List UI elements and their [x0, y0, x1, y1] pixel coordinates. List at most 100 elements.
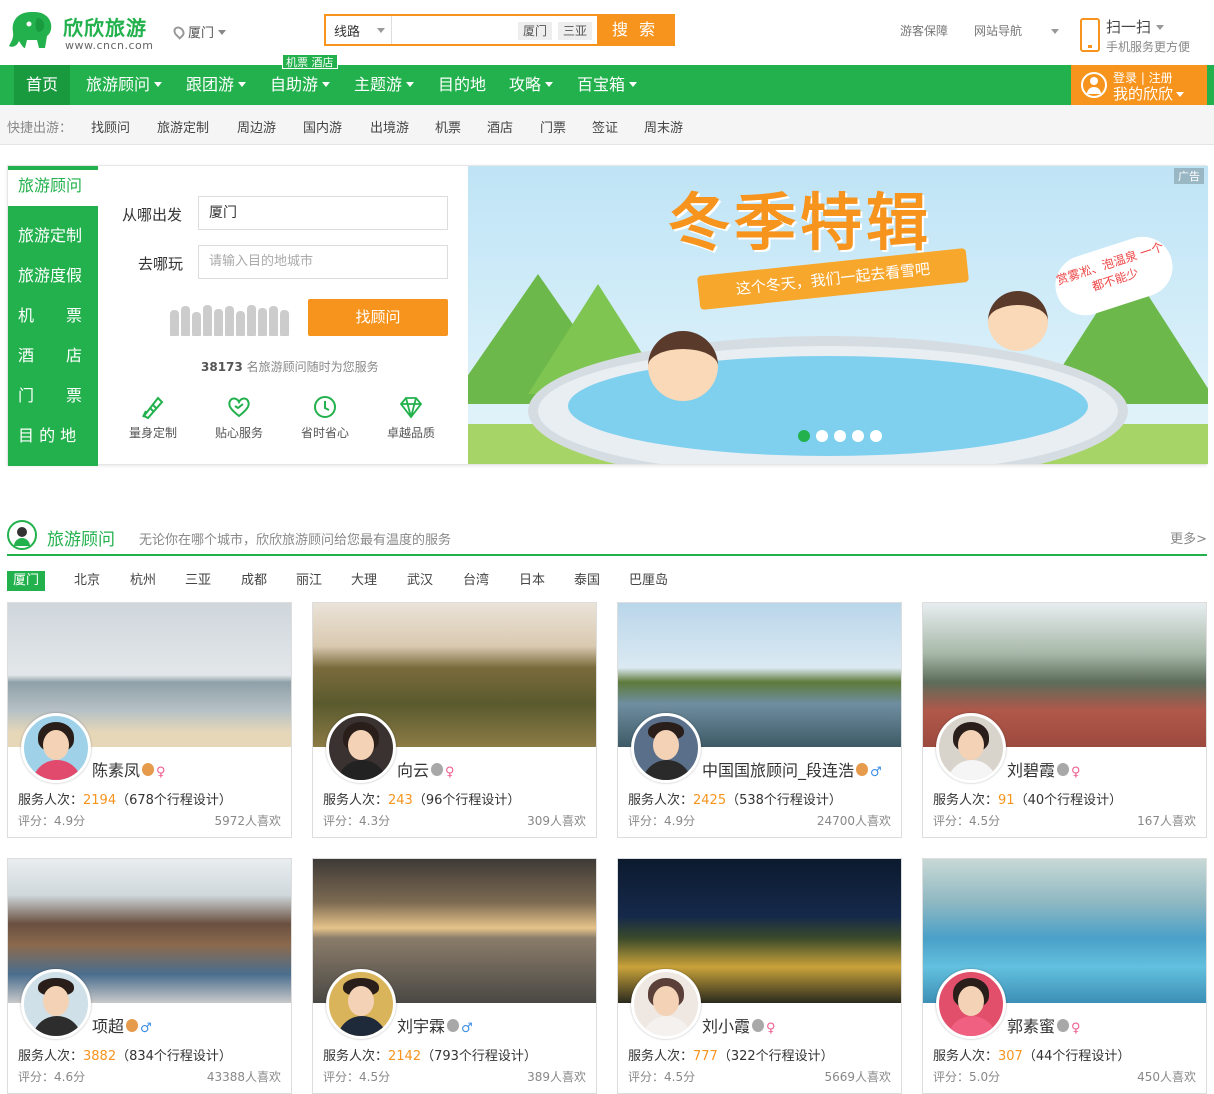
- city-tabs: 厦门 北京 杭州 三亚 成都 丽江 大理 武汉 台湾 日本 泰国 巴厘岛: [7, 571, 1207, 591]
- city-tab[interactable]: 丽江: [290, 571, 328, 591]
- city-selector[interactable]: 厦门: [171, 22, 227, 41]
- search-button[interactable]: 搜 索: [597, 16, 673, 44]
- carousel-dot[interactable]: [852, 430, 864, 442]
- served-number: 243: [388, 793, 413, 808]
- nav-home[interactable]: 首页: [14, 65, 71, 105]
- nav-tag-flight-hotel[interactable]: 机票 酒店: [282, 54, 338, 69]
- advisor-card[interactable]: 向云 ♀ 服务人次：243（96个行程设计） 评分：4.3分 309人喜欢: [312, 602, 597, 838]
- city-tab[interactable]: 日本: [513, 571, 551, 591]
- nav-label: 攻略: [509, 75, 542, 94]
- advisor-name-row: 中国国旅顾问_段连浩 ♂: [702, 757, 882, 781]
- advisors-silhouette-icon: [170, 304, 298, 336]
- tab-hotels[interactable]: 酒 店: [8, 336, 98, 376]
- from-city-field[interactable]: 厦门: [198, 196, 448, 230]
- quick-link[interactable]: 旅游定制: [157, 117, 209, 136]
- features-row: 量身定制 贴心服务 省时省心 卓越品质: [118, 394, 458, 444]
- diamond-icon: [399, 397, 423, 419]
- advisor-name[interactable]: 刘碧霞: [1007, 761, 1055, 780]
- service-label: 服务人次：: [323, 1049, 389, 1064]
- search-input[interactable]: [394, 18, 514, 42]
- chevron-down-icon: [154, 82, 163, 91]
- hot-keyword[interactable]: 厦门: [518, 22, 553, 40]
- winter-special-banner[interactable]: 冬季特辑 这个冬天，我们一起去看雪吧 赏雾凇、泡温泉 一个都不能少 广告: [468, 166, 1208, 464]
- tab-tickets[interactable]: 门 票: [8, 376, 98, 416]
- advisor-card[interactable]: 刘小霞 ♀ 服务人次：777（322个行程设计） 评分：4.5分 5669人喜欢: [617, 858, 902, 1094]
- nav-toolbox[interactable]: 百宝箱: [567, 65, 647, 105]
- destination-field[interactable]: 请输入目的地城市: [198, 245, 448, 279]
- city-tab[interactable]: 北京: [68, 571, 106, 591]
- advisor-name-row: 刘碧霞 ♀: [1007, 757, 1081, 781]
- advisor-card[interactable]: 中国国旅顾问_段连浩 ♂ 服务人次：2425（538个行程设计） 评分：4.9分 …: [617, 602, 902, 838]
- advisor-name[interactable]: 刘小霞: [702, 1017, 750, 1036]
- feature-label: 贴心服务: [214, 426, 263, 440]
- my-account-menu[interactable]: 我的欣欣: [1113, 83, 1185, 104]
- advisor-name[interactable]: 向云: [397, 761, 429, 780]
- site-logo[interactable]: 欣欣旅游 www.cncn.com: [7, 8, 157, 54]
- user-panel[interactable]: 登录 | 注册 我的欣欣: [1071, 65, 1207, 105]
- more-link[interactable]: 更多>: [1170, 528, 1207, 547]
- advisor-card[interactable]: 郭素蜜 ♀ 服务人次：307（44个行程设计） 评分：5.0分 450人喜欢: [922, 858, 1207, 1094]
- nav-theme-tour[interactable]: 主题游: [344, 65, 424, 105]
- quick-link[interactable]: 国内游: [303, 117, 342, 136]
- avatar: [631, 969, 701, 1039]
- tab-travel-advisor[interactable]: 旅游顾问: [8, 166, 98, 206]
- city-tab[interactable]: 成都: [235, 571, 273, 591]
- quick-link[interactable]: 周末游: [644, 117, 683, 136]
- city-tab[interactable]: 三亚: [179, 571, 217, 591]
- section-title: 旅游顾问: [47, 530, 115, 550]
- city-tab[interactable]: 杭州: [124, 571, 162, 591]
- mobile-scan[interactable]: 扫一扫 手机服务更方便: [1078, 16, 1198, 56]
- carousel-dot[interactable]: [816, 430, 828, 442]
- tab-vacation[interactable]: 旅游度假: [8, 256, 98, 296]
- quick-link[interactable]: 周边游: [237, 117, 276, 136]
- carousel-dot[interactable]: [870, 430, 882, 442]
- quick-link[interactable]: 出境游: [370, 117, 409, 136]
- quick-link[interactable]: 签证: [592, 117, 618, 136]
- search-type-select[interactable]: 线路: [326, 16, 392, 44]
- tab-destination[interactable]: 目 的 地: [8, 416, 98, 456]
- section-divider: [7, 554, 1207, 556]
- nav-self-guided[interactable]: 自助游: [260, 65, 340, 105]
- city-tab[interactable]: 厦门: [7, 571, 46, 591]
- advisor-name[interactable]: 中国国旅顾问_段连浩: [702, 761, 854, 780]
- service-count: 服务人次：777（322个行程设计）: [628, 1045, 834, 1064]
- city-tab[interactable]: 巴厘岛: [623, 571, 674, 591]
- advisor-name[interactable]: 陈素凤: [92, 761, 140, 780]
- carousel-dot[interactable]: [798, 430, 810, 442]
- carousel-dot[interactable]: [834, 430, 846, 442]
- site-nav-link[interactable]: 网站导航: [974, 22, 1085, 39]
- medal-icon: [856, 763, 869, 776]
- city-tab[interactable]: 泰国: [568, 571, 606, 591]
- quick-link[interactable]: 找顾问: [91, 117, 130, 136]
- advisor-card[interactable]: 陈素凤 ♀ 服务人次：2194（678个行程设计） 评分：4.9分 5972人喜欢: [7, 602, 292, 838]
- advisor-card[interactable]: 项超 ♂ 服务人次：3882（834个行程设计） 评分：4.6分 43388人喜欢: [7, 858, 292, 1094]
- city-tab[interactable]: 大理: [345, 571, 383, 591]
- find-advisor-button[interactable]: 找顾问: [308, 299, 448, 336]
- female-icon: ♀: [1071, 765, 1081, 780]
- quick-link[interactable]: 酒店: [487, 117, 513, 136]
- user-avatar-icon: [1081, 72, 1107, 98]
- hero-panel: 旅游顾问 旅游定制 旅游度假 机 票 酒 店 门 票 目 的 地 从哪出发 厦门…: [7, 165, 1208, 466]
- advisor-name[interactable]: 项超: [92, 1017, 124, 1036]
- tab-custom-travel[interactable]: 旅游定制: [8, 216, 98, 256]
- avatar: [21, 969, 91, 1039]
- tab-flights[interactable]: 机 票: [8, 296, 98, 336]
- trips-designed: （834个行程设计）: [116, 1049, 232, 1064]
- feature-label: 卓越品质: [386, 426, 435, 440]
- tourist-guarantee-link[interactable]: 游客保障: [900, 22, 948, 39]
- hot-keyword[interactable]: 三亚: [558, 22, 593, 40]
- advisor-card[interactable]: 刘碧霞 ♀ 服务人次：91（40个行程设计） 评分：4.5分 167人喜欢: [922, 602, 1207, 838]
- advisor-card[interactable]: 刘宇霖 ♂ 服务人次：2142（793个行程设计） 评分：4.5分 389人喜欢: [312, 858, 597, 1094]
- advisor-avatar-icon: [7, 520, 37, 550]
- advisor-score: 评分：4.5分: [628, 1070, 696, 1084]
- advisor-name[interactable]: 郭素蜜: [1007, 1017, 1055, 1036]
- city-tab[interactable]: 武汉: [401, 571, 439, 591]
- nav-guides[interactable]: 攻略: [499, 65, 563, 105]
- quick-link[interactable]: 机票: [435, 117, 461, 136]
- nav-group-tour[interactable]: 跟团游: [176, 65, 256, 105]
- nav-destination[interactable]: 目的地: [428, 65, 496, 105]
- nav-travel-advisor[interactable]: 旅游顾问: [76, 65, 172, 105]
- advisor-name[interactable]: 刘宇霖: [397, 1017, 445, 1036]
- city-tab[interactable]: 台湾: [457, 571, 495, 591]
- quick-link[interactable]: 门票: [540, 117, 566, 136]
